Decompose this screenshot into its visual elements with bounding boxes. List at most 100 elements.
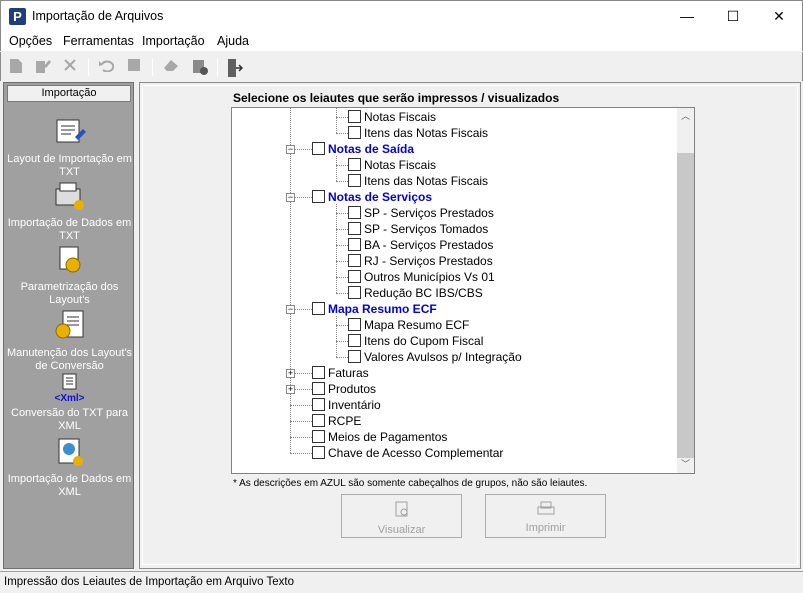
menu-ferramentas[interactable]: Ferramentas <box>63 34 134 48</box>
checkbox[interactable] <box>348 174 361 187</box>
tree-node[interactable]: Itens do Cupom Fiscal <box>348 333 483 349</box>
tree-connector <box>336 108 337 133</box>
sidebar-item-layout-txt[interactable]: Layout de Importação em TXT <box>4 117 135 179</box>
sidebar-item-maintenance[interactable]: Manutenção dos Layout's de Conversão <box>4 309 135 372</box>
collapse-icon[interactable]: − <box>286 305 295 314</box>
toolbar <box>0 52 803 81</box>
sidebar-item-label: Conversão do TXT para XML <box>11 407 128 432</box>
visualize-button[interactable]: Visualizar <box>341 494 462 538</box>
window-title: Importação de Arquivos <box>32 9 164 23</box>
checkbox[interactable] <box>312 446 325 459</box>
sidebar-item-convert-xml[interactable]: <Xml> Conversão do TXT para XML <box>4 373 135 435</box>
checkbox[interactable] <box>312 142 325 155</box>
tree-node-label: Chave de Acesso Complementar <box>328 446 504 460</box>
undo-icon[interactable] <box>97 58 115 76</box>
tree-node[interactable]: Itens das Notas Fiscais <box>348 173 488 189</box>
tree-node[interactable]: Meios de Pagamentos <box>312 429 447 445</box>
delete-icon[interactable] <box>61 58 79 76</box>
close-button[interactable]: ✕ <box>756 1 802 32</box>
tree-node-label: BA - Serviços Prestados <box>364 238 494 252</box>
tree-node-label: Meios de Pagamentos <box>328 430 448 444</box>
tree-node[interactable]: Notas Fiscais <box>348 109 436 125</box>
checkbox[interactable] <box>312 190 325 203</box>
tree-node[interactable]: Outros Municípios Vs 01 <box>348 269 495 285</box>
checkbox[interactable] <box>348 318 361 331</box>
checkbox[interactable] <box>312 366 325 379</box>
new-icon[interactable] <box>7 58 25 76</box>
tree-node[interactable]: Faturas <box>312 365 369 381</box>
collapse-icon[interactable]: − <box>286 145 295 154</box>
tree-node[interactable]: RCPE <box>312 413 361 429</box>
expand-icon[interactable]: + <box>286 369 295 378</box>
maximize-button[interactable]: ☐ <box>710 1 756 32</box>
menu-importacao[interactable]: Importação <box>142 34 205 48</box>
expand-icon[interactable]: + <box>286 385 295 394</box>
sidebar-item-label: Manutenção dos Layout's de Conversão <box>6 347 133 372</box>
scrollbar-thumb[interactable] <box>677 153 694 458</box>
print-settings-icon[interactable] <box>191 58 209 76</box>
menu-ajuda[interactable]: Ajuda <box>217 34 249 48</box>
minimize-button[interactable]: — <box>664 1 710 32</box>
visualize-button-label: Visualizar <box>377 524 426 536</box>
layout-tree[interactable]: Notas Fiscais Itens das Notas Fiscais − Not… <box>231 107 695 474</box>
tree-node[interactable]: Produtos <box>312 381 376 397</box>
checkbox[interactable] <box>348 238 361 251</box>
tree-node[interactable]: Redução BC IBS/CBS <box>348 285 483 301</box>
tree-connector <box>290 453 312 454</box>
checkbox[interactable] <box>348 222 361 235</box>
tree-node[interactable]: Itens das Notas Fiscais <box>348 125 488 141</box>
menu-opcoes[interactable]: Opções <box>9 34 52 48</box>
maintenance-icon <box>54 309 86 345</box>
tree-group-node[interactable]: Notas de Saída <box>312 141 414 157</box>
tree-node[interactable]: Notas Fiscais <box>348 157 436 173</box>
tree-node[interactable]: Valores Avulsos p/ Integração <box>348 349 522 365</box>
checkbox[interactable] <box>348 126 361 139</box>
checkbox[interactable] <box>348 110 361 123</box>
tree-node-label: Notas de Serviços <box>328 190 433 204</box>
edit-icon[interactable] <box>34 58 52 76</box>
tree-node[interactable]: Chave de Acesso Complementar <box>312 445 503 461</box>
sidebar-item-import-xml[interactable]: Importação de Dados em XML <box>4 437 135 499</box>
tree-node-label: Redução BC IBS/CBS <box>364 286 483 300</box>
import-xml-icon <box>54 437 86 473</box>
tree-node[interactable]: Mapa Resumo ECF <box>348 317 469 333</box>
tree-node[interactable]: SP - Serviços Tomados <box>348 221 488 237</box>
tree-connector <box>290 405 312 406</box>
erase-icon[interactable] <box>162 58 180 76</box>
checkbox[interactable] <box>348 254 361 267</box>
sidebar-header[interactable]: Importação <box>7 85 131 102</box>
footnote: * As descrições em AZUL são somente cabe… <box>233 478 588 489</box>
checkbox[interactable] <box>312 398 325 411</box>
tree-node[interactable]: RJ - Serviços Prestados <box>348 253 493 269</box>
collapse-icon[interactable]: − <box>286 193 295 202</box>
exit-icon[interactable] <box>225 58 244 77</box>
checkbox[interactable] <box>312 302 325 315</box>
scroll-down-icon[interactable]: ﹀ <box>677 456 694 473</box>
sidebar-item-label: Parametrização dos Layout's <box>20 281 119 306</box>
tree-connector <box>336 325 348 326</box>
print-button[interactable]: Imprimir <box>485 494 606 538</box>
stop-icon[interactable] <box>125 58 143 76</box>
checkbox[interactable] <box>312 414 325 427</box>
sidebar-item-parameters[interactable]: Parametrização dos Layout's <box>4 245 135 307</box>
vertical-scrollbar[interactable]: ︿ ﹀ <box>677 108 694 473</box>
tree-node[interactable]: SP - Serviços Prestados <box>348 205 494 221</box>
tree-node[interactable]: BA - Serviços Prestados <box>348 237 493 253</box>
checkbox[interactable] <box>348 350 361 363</box>
tree-connector <box>336 357 348 358</box>
tree-connector <box>336 245 348 246</box>
tree-group-node[interactable]: Notas de Serviços <box>312 189 432 205</box>
sidebar-item-import-txt[interactable]: Importação de Dados em TXT <box>4 181 135 243</box>
checkbox[interactable] <box>348 158 361 171</box>
checkbox[interactable] <box>312 382 325 395</box>
app-icon: P <box>9 8 26 25</box>
scroll-up-icon[interactable]: ︿ <box>677 108 694 125</box>
checkbox[interactable] <box>348 286 361 299</box>
checkbox[interactable] <box>312 430 325 443</box>
tree-node[interactable]: Inventário <box>312 397 381 413</box>
menu-bar: Opções Ferramentas Importação Ajuda <box>0 31 803 51</box>
checkbox[interactable] <box>348 206 361 219</box>
checkbox[interactable] <box>348 270 361 283</box>
checkbox[interactable] <box>348 334 361 347</box>
tree-group-node[interactable]: Mapa Resumo ECF <box>312 301 437 317</box>
